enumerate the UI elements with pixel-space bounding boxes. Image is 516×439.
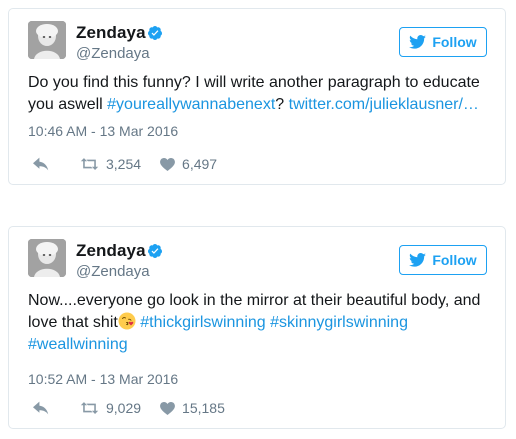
follow-button[interactable]: Follow xyxy=(399,245,487,275)
user-handle[interactable]: @Zendaya xyxy=(76,45,150,62)
like-count: 15,185 xyxy=(182,400,225,416)
follow-button[interactable]: Follow xyxy=(399,27,487,57)
avatar-image xyxy=(28,239,66,277)
retweet-button[interactable]: 3,254 xyxy=(80,156,141,172)
retweet-icon xyxy=(80,158,99,170)
avatar[interactable] xyxy=(28,239,66,277)
verified-badge-icon xyxy=(148,244,162,258)
verified-badge-icon xyxy=(148,26,162,40)
tweet-card: Zendaya @Zendaya Follow Do you find this… xyxy=(8,8,506,185)
tweet-text: Do you find this funny? I will write ano… xyxy=(28,72,491,116)
hashtag-link[interactable]: #youreallywannabenext xyxy=(107,96,275,113)
retweet-icon xyxy=(80,402,99,414)
display-name[interactable]: Zendaya xyxy=(76,23,146,43)
bird-icon xyxy=(409,253,427,267)
tweet-body-separator: ? xyxy=(275,96,289,113)
tweet-actions: 9,029 15,185 xyxy=(33,400,225,416)
kiss-face-emoji xyxy=(118,312,136,330)
tweet-actions: 3,254 6,497 xyxy=(33,156,217,172)
hashtag-link[interactable]: #weallwinning xyxy=(28,336,128,353)
follow-label: Follow xyxy=(432,34,477,50)
user-handle[interactable]: @Zendaya xyxy=(76,263,150,280)
retweet-count: 3,254 xyxy=(106,156,142,172)
like-button[interactable]: 15,185 xyxy=(160,400,225,416)
tweet-text: Now....everyone go look in the mirror at… xyxy=(28,290,491,356)
avatar-image xyxy=(28,21,66,59)
hashtag-link[interactable]: #thickgirlswinning xyxy=(140,314,265,331)
like-button[interactable]: 6,497 xyxy=(160,156,217,172)
hashtag-link[interactable]: #skinnygirlswinning xyxy=(270,314,408,331)
tweet-card: Zendaya @Zendaya Follow Now....everyone … xyxy=(8,226,506,429)
follow-label: Follow xyxy=(432,252,477,268)
retweet-count: 9,029 xyxy=(106,400,142,416)
avatar[interactable] xyxy=(28,21,66,59)
like-count: 6,497 xyxy=(182,156,218,172)
timestamp[interactable]: 10:52 AM - 13 Mar 2016 xyxy=(28,371,178,387)
reply-icon[interactable] xyxy=(33,401,49,415)
retweet-button[interactable]: 9,029 xyxy=(80,400,141,416)
heart-icon xyxy=(160,157,175,171)
url-link[interactable]: twitter.com/julieklausner/… xyxy=(289,96,479,113)
display-name[interactable]: Zendaya xyxy=(76,241,146,261)
timestamp[interactable]: 10:46 AM - 13 Mar 2016 xyxy=(28,123,178,139)
heart-icon xyxy=(160,401,175,415)
reply-icon[interactable] xyxy=(33,157,49,171)
bird-icon xyxy=(409,35,427,49)
